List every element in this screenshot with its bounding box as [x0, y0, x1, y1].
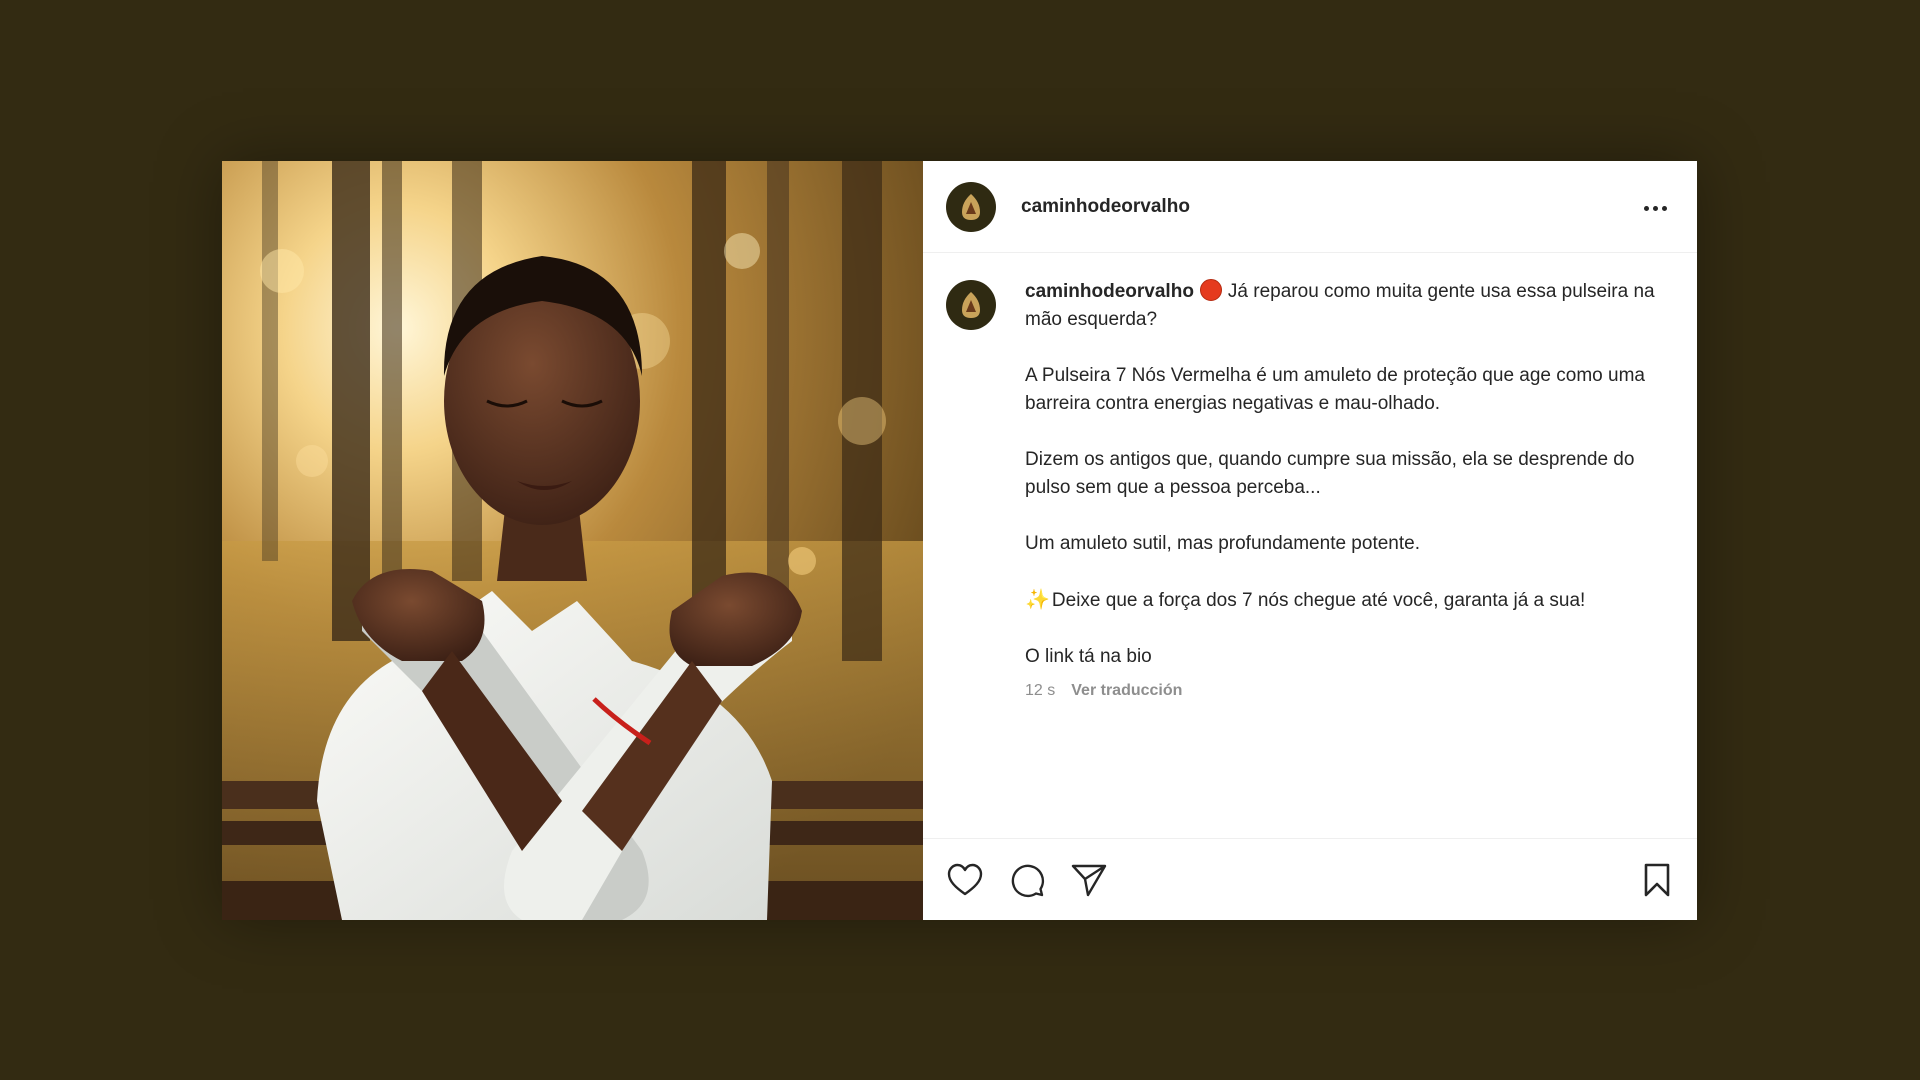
- caption-paragraph: Dizem os antigos que, quando cumpre sua …: [1025, 449, 1635, 498]
- avatar[interactable]: [946, 181, 996, 232]
- comment-icon: [1011, 864, 1045, 897]
- save-button[interactable]: [1637, 860, 1677, 900]
- caption-username[interactable]: caminhodeorvalho: [1025, 281, 1194, 302]
- caption-paragraph: Um amuleto sutil, mas profundamente pote…: [1025, 533, 1420, 554]
- caption-meta: 12 s Ver traducción: [1025, 677, 1665, 705]
- more-options-icon: [1642, 198, 1669, 216]
- caption-body: caminhodeorvalho Já reparou como muita ge…: [1025, 278, 1665, 705]
- header-username[interactable]: caminhodeorvalho: [1021, 196, 1190, 218]
- brand-logo-icon: [962, 193, 980, 220]
- caption-last-line: O link tá na bio: [1025, 646, 1152, 667]
- post-photo: [222, 161, 923, 920]
- comment-button[interactable]: [1007, 860, 1047, 900]
- like-button[interactable]: [945, 860, 985, 900]
- post-image[interactable]: [222, 161, 923, 920]
- red-circle-emoji-icon: [1199, 279, 1222, 301]
- translate-button[interactable]: Ver traducción: [1071, 682, 1182, 699]
- brand-logo-icon: [962, 292, 980, 318]
- post-header: caminhodeorvalho: [923, 161, 1697, 253]
- timestamp[interactable]: 12 s: [1025, 682, 1055, 699]
- caption-sparkle-line: ✨ Deixe que a força dos 7 nós chegue até …: [1025, 586, 1665, 615]
- more-options-button[interactable]: [1635, 187, 1675, 227]
- caption: caminhodeorvalho Já reparou como muita ge…: [946, 278, 1675, 705]
- bookmark-icon: [1644, 863, 1670, 896]
- post-side-panel: caminhodeorvalho caminhodeorvalho Já repa…: [923, 161, 1697, 920]
- send-icon: [1071, 864, 1107, 896]
- action-bar: [923, 838, 1697, 920]
- caption-sparkle-text: Deixe que a força dos 7 nós chegue até v…: [1051, 590, 1586, 611]
- share-button[interactable]: [1069, 860, 1109, 900]
- sparkles-emoji-icon: ✨: [1025, 589, 1050, 611]
- post-modal: caminhodeorvalho caminhodeorvalho Já repa…: [222, 161, 1697, 920]
- caption-avatar[interactable]: [946, 280, 996, 330]
- comments-section: caminhodeorvalho Já reparou como muita ge…: [923, 253, 1697, 838]
- heart-icon: [947, 863, 983, 895]
- caption-paragraph: A Pulseira 7 Nós Vermelha é um amuleto d…: [1025, 365, 1645, 414]
